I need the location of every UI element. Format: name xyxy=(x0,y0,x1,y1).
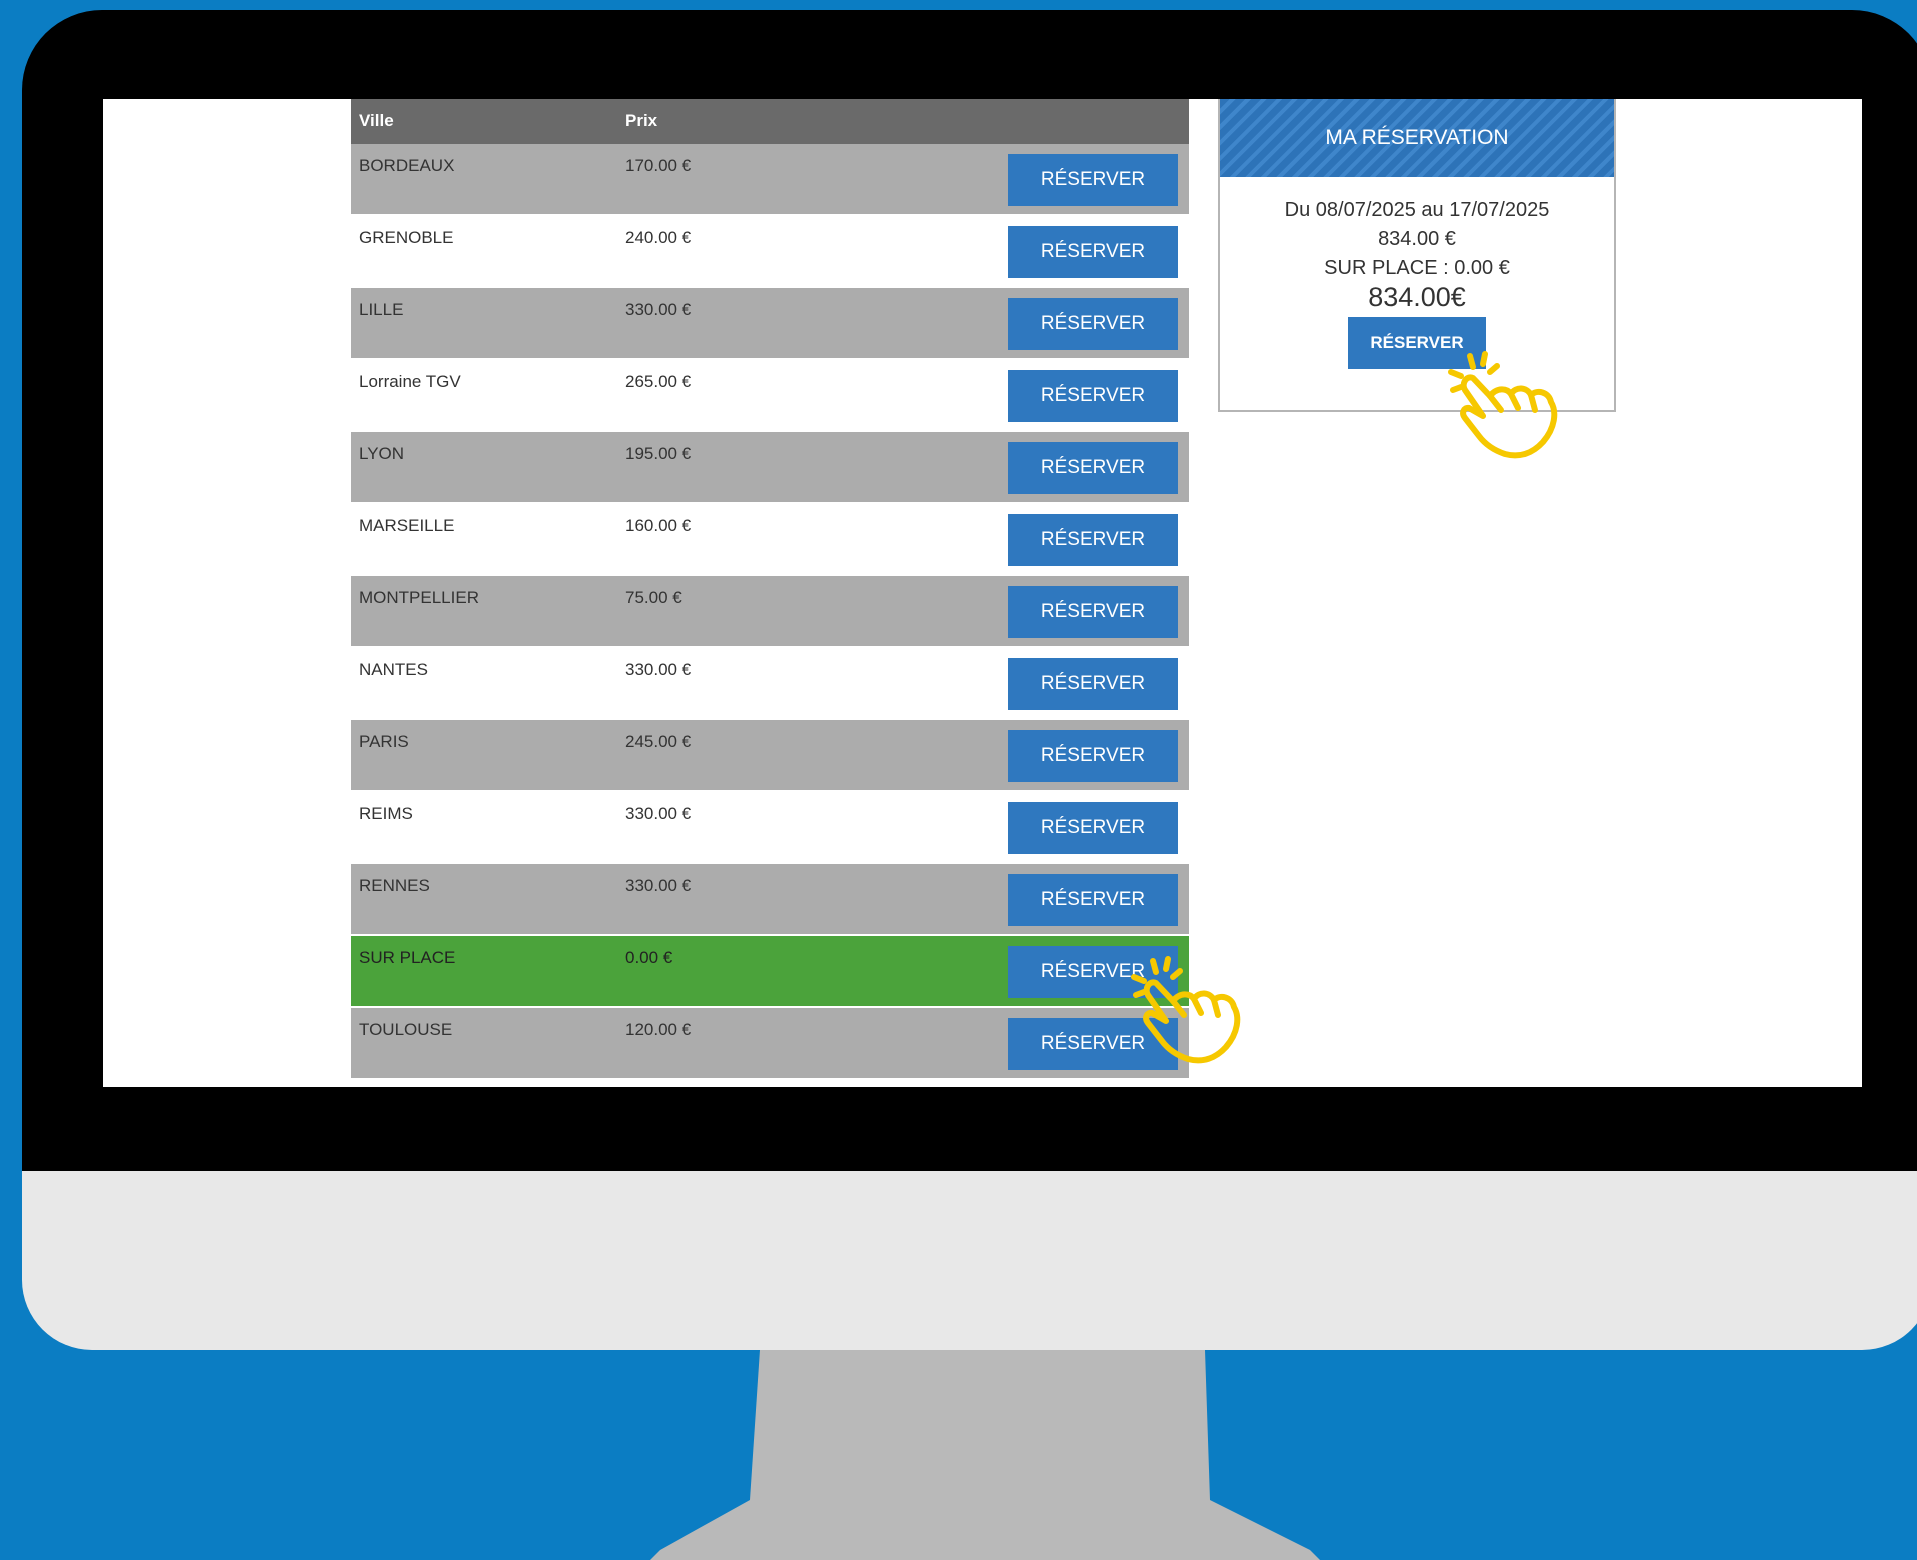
browser-screen: Ville Prix BORDEAUX 170.00 € RÉSERVER GR… xyxy=(103,99,1862,1087)
price-cell: 330.00 € xyxy=(625,804,692,823)
table-row: PARIS 245.00 € RÉSERVER xyxy=(351,720,1189,790)
reserve-button[interactable]: RÉSERVER xyxy=(1008,370,1178,422)
city-price-table: Ville Prix BORDEAUX 170.00 € RÉSERVER GR… xyxy=(351,99,1189,1080)
reserve-button[interactable]: RÉSERVER xyxy=(1008,874,1178,926)
reserve-button[interactable]: RÉSERVER xyxy=(1008,730,1178,782)
table-row: GRENOBLE 240.00 € RÉSERVER xyxy=(351,216,1189,286)
city-cell: Lorraine TGV xyxy=(359,372,461,391)
city-cell: NANTES xyxy=(359,660,428,679)
table-row-selected: SUR PLACE 0.00 € RÉSERVER xyxy=(351,936,1189,1006)
reserve-button[interactable]: RÉSERVER xyxy=(1008,154,1178,206)
reserve-button[interactable]: RÉSERVER xyxy=(1008,298,1178,350)
reserve-button[interactable]: RÉSERVER xyxy=(1008,442,1178,494)
reservation-sur-place: SUR PLACE : 0.00 € xyxy=(1324,257,1510,279)
city-cell: PARIS xyxy=(359,732,409,751)
table-row: TOULOUSE 120.00 € RÉSERVER xyxy=(351,1008,1189,1078)
price-cell: 120.00 € xyxy=(625,1020,692,1039)
table-row: LILLE 330.00 € RÉSERVER xyxy=(351,288,1189,358)
city-cell: REIMS xyxy=(359,804,413,823)
price-cell: 245.00 € xyxy=(625,732,692,751)
price-cell: 265.00 € xyxy=(625,372,692,391)
city-cell: MONTPELLIER xyxy=(359,588,479,607)
reservation-total: 834.00€ xyxy=(1368,282,1466,312)
price-cell: 240.00 € xyxy=(625,228,692,247)
table-header: Ville Prix xyxy=(351,99,1189,144)
price-cell: 0.00 € xyxy=(625,948,673,967)
price-cell: 330.00 € xyxy=(625,876,692,895)
table-row: MARSEILLE 160.00 € RÉSERVER xyxy=(351,504,1189,574)
reserve-button[interactable]: RÉSERVER xyxy=(1008,514,1178,566)
column-header-price: Prix xyxy=(625,111,658,130)
city-cell: BORDEAUX xyxy=(359,156,455,175)
city-cell: SUR PLACE xyxy=(359,948,456,967)
hand-pointer-icon xyxy=(1131,956,1241,1064)
reservation-panel-body: Du 08/07/2025 au 17/07/2025 834.00 € SUR… xyxy=(1220,177,1614,369)
price-cell: 75.00 € xyxy=(625,588,682,607)
city-cell: RENNES xyxy=(359,876,430,895)
reservation-panel-title: MA RÉSERVATION xyxy=(1220,99,1614,177)
hand-pointer-icon xyxy=(1448,351,1558,459)
price-cell: 170.00 € xyxy=(625,156,692,175)
reserve-button[interactable]: RÉSERVER xyxy=(1008,586,1178,638)
monitor-stand xyxy=(650,1350,1320,1560)
table-row: LYON 195.00 € RÉSERVER xyxy=(351,432,1189,502)
city-cell: TOULOUSE xyxy=(359,1020,453,1039)
reserve-button[interactable]: RÉSERVER xyxy=(1008,802,1178,854)
reserve-button[interactable]: RÉSERVER xyxy=(1008,658,1178,710)
monitor-chin xyxy=(22,1171,1917,1350)
price-cell: 330.00 € xyxy=(625,660,692,679)
table-row: RENNES 330.00 € RÉSERVER xyxy=(351,864,1189,934)
table-row: BORDEAUX 170.00 € RÉSERVER xyxy=(351,144,1189,214)
table-row: NANTES 330.00 € RÉSERVER xyxy=(351,648,1189,718)
city-cell: LYON xyxy=(359,444,405,463)
table-row: REIMS 330.00 € RÉSERVER xyxy=(351,792,1189,862)
reservation-dates: Du 08/07/2025 au 17/07/2025 xyxy=(1284,199,1550,221)
city-cell: GRENOBLE xyxy=(359,228,454,247)
table-row: MONTPELLIER 75.00 € RÉSERVER xyxy=(351,576,1189,646)
price-cell: 195.00 € xyxy=(625,444,692,463)
city-cell: LILLE xyxy=(359,300,404,319)
reserve-button[interactable]: RÉSERVER xyxy=(1008,226,1178,278)
table-row: Lorraine TGV 265.00 € RÉSERVER xyxy=(351,360,1189,430)
reservation-amount: 834.00 € xyxy=(1378,228,1456,250)
price-cell: 160.00 € xyxy=(625,516,692,535)
price-cell: 330.00 € xyxy=(625,300,692,319)
column-header-city: Ville xyxy=(359,111,394,130)
city-cell: MARSEILLE xyxy=(359,516,455,535)
